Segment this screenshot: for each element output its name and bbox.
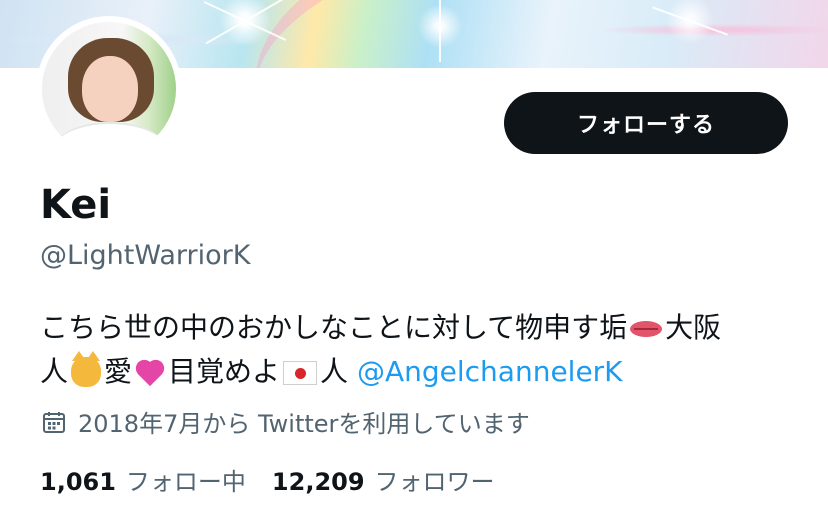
- follow-button[interactable]: フォローする: [504, 92, 788, 154]
- followers-label: フォロワー: [374, 468, 495, 496]
- banner-sparkle: [439, 0, 441, 62]
- following-count: 1,061: [40, 468, 116, 496]
- bio-text: 人: [40, 355, 69, 388]
- lips-emoji: [630, 321, 663, 337]
- bio-line-2: 人 愛 目覚めよ 人 @AngelchannelerK: [40, 350, 800, 394]
- display-name: Kei: [40, 182, 112, 228]
- sparkling-heart-emoji: [135, 359, 165, 387]
- bio-text: 人: [320, 355, 349, 388]
- followers-count: 12,209: [271, 468, 365, 496]
- join-date-text: 2018年7月から Twitterを利用しています: [78, 410, 530, 438]
- bio-text: 目覚めよ: [168, 355, 281, 388]
- avatar-face: [82, 56, 138, 122]
- join-date: 2018年7月から Twitterを利用しています: [42, 404, 530, 439]
- followers-link[interactable]: 12,209 フォロワー: [272, 462, 495, 497]
- bio-text: 大阪: [665, 311, 722, 344]
- user-handle: @LightWarriorK: [40, 240, 251, 271]
- japan-flag-emoji: [283, 361, 318, 385]
- profile-bio: こちら世の中のおかしなことに対して物申す垢 大阪 人 愛 目覚めよ 人 @Angelch…: [40, 306, 800, 394]
- bio-mention-link[interactable]: @AngelchannelerK: [357, 355, 623, 388]
- following-link[interactable]: 1,061 フォロー中: [40, 462, 246, 497]
- bio-text: こちら世の中のおかしなことに対して物申す垢: [40, 311, 628, 344]
- following-label: フォロー中: [125, 468, 246, 496]
- bio-line-1: こちら世の中のおかしなことに対して物申す垢 大阪: [40, 306, 800, 350]
- bio-text: 愛: [104, 355, 133, 388]
- follow-stats: 1,061 フォロー中 12,209 フォロワー: [40, 462, 495, 497]
- cat-emoji: [71, 351, 102, 387]
- profile-avatar[interactable]: [36, 16, 182, 162]
- banner-rainbow: [227, 0, 633, 68]
- avatar-photo: [42, 22, 176, 156]
- avatar-shoulders: [52, 122, 168, 156]
- calendar-icon: [43, 411, 65, 433]
- banner-sparkle: [652, 6, 728, 36]
